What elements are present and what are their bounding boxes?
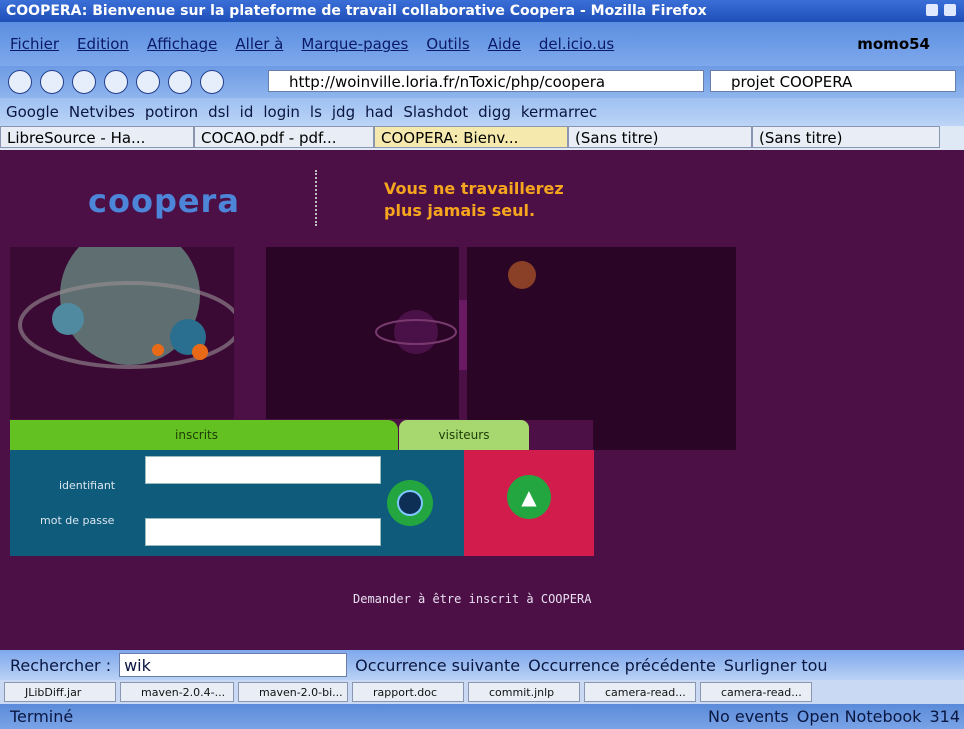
url-input[interactable]: http://woinville.loria.fr/nToxic/php/coo… [268, 70, 704, 92]
menu-fichier[interactable]: Fichier [10, 35, 59, 53]
menu-edition[interactable]: Edition [77, 35, 129, 53]
galaxy-panel [266, 247, 459, 419]
password-label: mot de passe [40, 514, 115, 527]
tag-icon[interactable] [200, 70, 224, 94]
bookmark-netvibes[interactable]: Netvibes [69, 103, 135, 121]
password-input[interactable] [145, 518, 381, 546]
task-commit[interactable]: commit.jnlp [468, 682, 580, 702]
bookmark-login[interactable]: login [263, 103, 300, 121]
task-maven-20-bi[interactable]: maven-2.0-bi... [238, 682, 348, 702]
task-rapport[interactable]: rapport.doc [352, 682, 464, 702]
events-status[interactable]: No events [708, 707, 789, 726]
menu-outils[interactable]: Outils [426, 35, 469, 53]
orbit-panel [467, 247, 593, 420]
tagline: Vous ne travaillerez plus jamais seul. [384, 178, 564, 222]
login-submit-button[interactable] [387, 480, 433, 526]
find-previous-button[interactable]: Occurrence précédente [528, 656, 716, 675]
menu-bar: Fichier Edition Affichage Aller à Marque… [0, 22, 964, 66]
planet-illustration [10, 225, 242, 419]
divider [315, 170, 317, 226]
search-input[interactable]: projet COOPERA [710, 70, 956, 92]
tab-libresource[interactable]: LibreSource - Ha... [0, 126, 194, 148]
bookmark-google[interactable]: Google [6, 103, 59, 121]
user-name[interactable]: momo54 [857, 35, 930, 53]
tab-cocao[interactable]: COCAO.pdf - pdf... [194, 126, 374, 148]
orbit-image [508, 261, 536, 289]
tab-inscrits[interactable]: inscrits [10, 420, 398, 450]
bookmark-jdg[interactable]: jdg [332, 103, 355, 121]
tagline-line-1: Vous ne travaillerez [384, 179, 564, 198]
home-icon[interactable] [136, 70, 160, 94]
bookmark-slashdot[interactable]: Slashdot [403, 103, 468, 121]
menu-aller[interactable]: Aller à [235, 35, 283, 53]
find-input[interactable]: wik [119, 653, 348, 677]
find-label: Rechercher : [10, 655, 112, 675]
taskbar: JLibDiff.jar maven-2.0.4-... maven-2.0-b… [0, 680, 964, 704]
planet-image [18, 225, 242, 369]
highlight-all-button[interactable]: Surligner tou [724, 656, 828, 675]
window-title: COOPERA: Bienvenue sur la plateforme de … [6, 3, 707, 19]
visitor-enter-button[interactable]: ▲ [507, 475, 551, 519]
reload-icon[interactable] [72, 70, 96, 94]
task-maven-204[interactable]: maven-2.0.4-... [120, 682, 234, 702]
find-bar: Rechercher : wik Occurrence suivante Occ… [0, 650, 964, 680]
open-notebook[interactable]: Open Notebook [797, 707, 922, 726]
status-text: Terminé [10, 707, 74, 726]
navigation-toolbar: http://woinville.loria.fr/nToxic/php/coo… [0, 66, 964, 98]
bookmark-dsl[interactable]: dsl [208, 103, 230, 121]
spacer-panel [234, 247, 264, 419]
window-titlebar: COOPERA: Bienvenue sur la plateforme de … [0, 0, 964, 22]
stop-icon[interactable] [104, 70, 128, 94]
bookmark-kermarrec[interactable]: kermarrec [521, 103, 597, 121]
bookmark-potiron[interactable]: potiron [145, 103, 198, 121]
galaxy-image [375, 310, 457, 354]
mail-count[interactable]: 314 [929, 707, 960, 726]
bookmark-id[interactable]: id [240, 103, 254, 121]
accent-bar [459, 300, 467, 370]
menu-delicious[interactable]: del.icio.us [539, 35, 614, 53]
bookmark-manager-icon[interactable] [168, 70, 192, 94]
minimize-button[interactable] [926, 4, 938, 16]
bookmark-digg[interactable]: digg [478, 103, 511, 121]
menu-affichage[interactable]: Affichage [147, 35, 217, 53]
task-camera-read-2[interactable]: camera-read... [700, 682, 812, 702]
tab-coopera[interactable]: COOPERA: Bienv... [374, 126, 568, 148]
task-jlibdiff[interactable]: JLibDiff.jar [4, 682, 116, 702]
bookmark-ls[interactable]: ls [310, 103, 322, 121]
menu-marque-pages[interactable]: Marque-pages [301, 35, 408, 53]
request-signup-link[interactable]: Demander à être inscrit à COOPERA [353, 592, 591, 606]
bookmark-had[interactable]: had [365, 103, 393, 121]
tab-visiteurs[interactable]: visiteurs [399, 420, 529, 450]
tab-sans-titre-2[interactable]: (Sans titre) [752, 126, 940, 148]
rocket-icon: ▲ [521, 485, 537, 509]
status-bar: Terminé No events Open Notebook 314 [0, 704, 964, 729]
find-next-button[interactable]: Occurrence suivante [355, 656, 520, 675]
dark-panel [593, 247, 736, 450]
identifiant-label: identifiant [59, 479, 116, 492]
menu-aide[interactable]: Aide [488, 35, 521, 53]
forward-icon[interactable] [40, 70, 64, 94]
bookmarks-toolbar: Google Netvibes potiron dsl id login ls … [0, 98, 964, 126]
page-content: coopera Vous ne travaillerez plus jamais… [0, 150, 964, 650]
close-button[interactable] [944, 4, 956, 16]
tab-bar: LibreSource - Ha... COCAO.pdf - pdf... C… [0, 126, 964, 150]
status-right: No events Open Notebook 314 [700, 707, 964, 726]
coopera-logo: coopera [88, 182, 240, 220]
task-camera-read-1[interactable]: camera-read... [584, 682, 696, 702]
tagline-line-2: plus jamais seul. [384, 201, 536, 220]
back-icon[interactable] [8, 70, 32, 94]
identifiant-input[interactable] [145, 456, 381, 484]
tab-sans-titre-1[interactable]: (Sans titre) [568, 126, 752, 148]
